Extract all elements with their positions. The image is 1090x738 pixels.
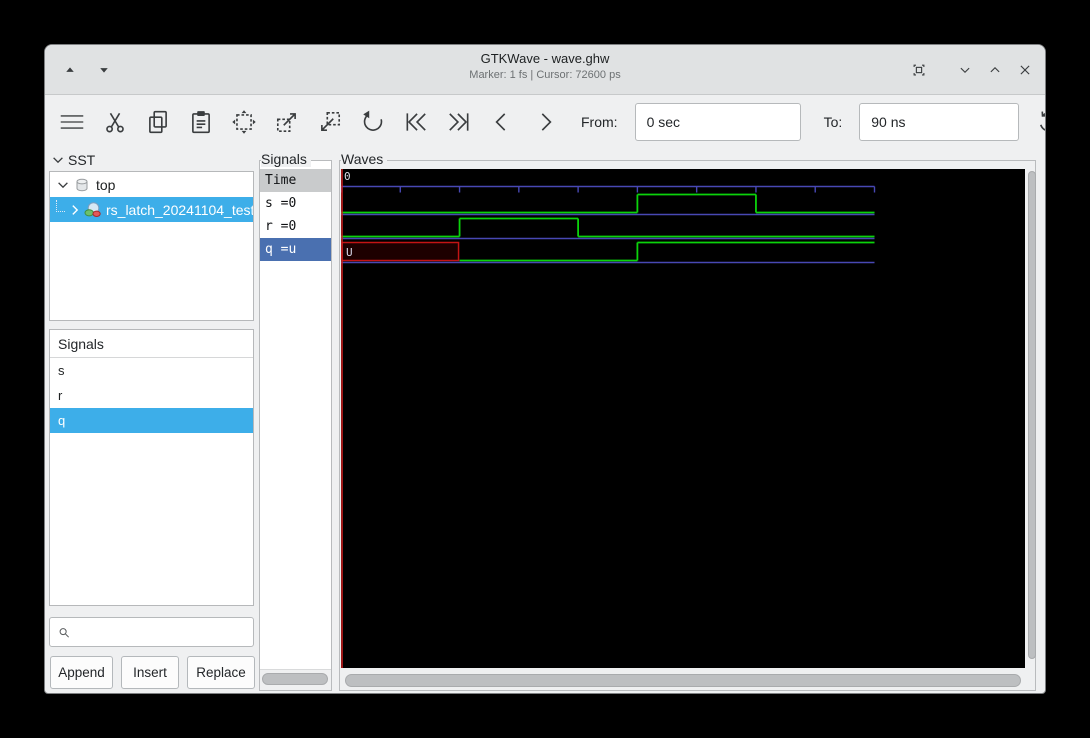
go-to-end-icon[interactable] [446, 109, 472, 135]
waveform-plot: U0 [341, 169, 876, 668]
signal-search-panel: Signals s r q [49, 329, 254, 606]
tree-item-label: rs_latch_20241104_testb [106, 201, 253, 218]
wave-name-row-q[interactable]: q =u [260, 238, 331, 261]
keep-below-icon[interactable] [93, 59, 115, 81]
reload-icon[interactable] [1036, 109, 1045, 135]
waves-vscroll-thumb[interactable] [1028, 171, 1036, 659]
keep-above-icon[interactable] [59, 59, 81, 81]
from-input[interactable] [634, 103, 801, 141]
insert-button[interactable]: Insert [121, 656, 179, 689]
time-header: Time [260, 169, 331, 192]
go-to-start-icon[interactable] [403, 109, 429, 135]
paste-icon[interactable] [188, 109, 214, 135]
cut-icon[interactable] [102, 109, 128, 135]
toolbar: From: To: [45, 95, 1045, 149]
signal-search-box[interactable] [49, 617, 254, 647]
tree-item-top[interactable]: top [50, 172, 253, 197]
sst-tree: top rs_latch_20241104_testb [49, 171, 254, 321]
gtkwave-window: GTKWave - wave.ghw Marker: 1 fs | Cursor… [44, 44, 1046, 694]
waves-title: Waves [341, 151, 388, 167]
copy-icon[interactable] [145, 109, 171, 135]
waves-panel: U0 [339, 160, 1036, 691]
minimize-icon[interactable] [954, 59, 976, 81]
undo-icon[interactable] [360, 109, 386, 135]
to-input[interactable] [859, 103, 1020, 141]
tree-item-testbench[interactable]: rs_latch_20241104_testb [50, 197, 253, 222]
chevron-down-icon [53, 157, 63, 164]
zoom-fit-icon[interactable] [231, 109, 257, 135]
titlebar: GTKWave - wave.ghw Marker: 1 fs | Cursor… [45, 45, 1045, 95]
signal-list-item-r[interactable]: r [50, 383, 253, 408]
wave-names-panel: Time s =0 r =0 q =u [259, 160, 332, 691]
search-input[interactable] [77, 624, 253, 640]
svg-text:U: U [346, 246, 353, 259]
wave-names-hscroll-thumb[interactable] [262, 673, 328, 685]
close-icon[interactable] [1014, 59, 1036, 81]
maximize-icon[interactable] [984, 59, 1006, 81]
to-label: To: [823, 114, 843, 130]
menu-icon[interactable] [59, 109, 85, 135]
sst-header[interactable]: SST [51, 152, 95, 168]
wave-canvas[interactable]: U0 [341, 169, 1025, 668]
from-label: From: [581, 114, 618, 130]
replace-button[interactable]: Replace [187, 656, 255, 689]
step-left-icon[interactable] [489, 109, 515, 135]
cylinder-icon [76, 178, 88, 191]
marker-cursor-status: Marker: 1 fs | Cursor: 72600 ps [469, 69, 621, 81]
wave-names-hscrollbar [260, 669, 331, 690]
chevron-right-icon [72, 204, 79, 215]
append-button[interactable]: Append [50, 656, 113, 689]
fullscreen-icon[interactable] [908, 59, 930, 81]
step-right-icon[interactable] [532, 109, 558, 135]
search-icon [59, 627, 70, 638]
sst-header-label: SST [68, 152, 96, 168]
zoom-out-icon[interactable] [317, 109, 343, 135]
waves-hscroll-thumb[interactable] [345, 674, 1021, 687]
chevron-down-icon [58, 181, 68, 188]
wave-name-row-s[interactable]: s =0 [260, 192, 331, 215]
tree-connector [56, 199, 65, 212]
wave-names-title: Signals [261, 151, 311, 167]
module-icon [84, 201, 101, 217]
tree-item-label: top [96, 176, 116, 193]
signal-list-item-q[interactable]: q [50, 408, 253, 433]
svg-text:0: 0 [344, 170, 351, 183]
zoom-in-icon[interactable] [274, 109, 300, 135]
signal-list-item-s[interactable]: s [50, 358, 253, 383]
wave-name-row-r[interactable]: r =0 [260, 215, 331, 238]
window-title: GTKWave - wave.ghw [480, 51, 610, 66]
signals-panel-title: Signals [50, 330, 253, 358]
